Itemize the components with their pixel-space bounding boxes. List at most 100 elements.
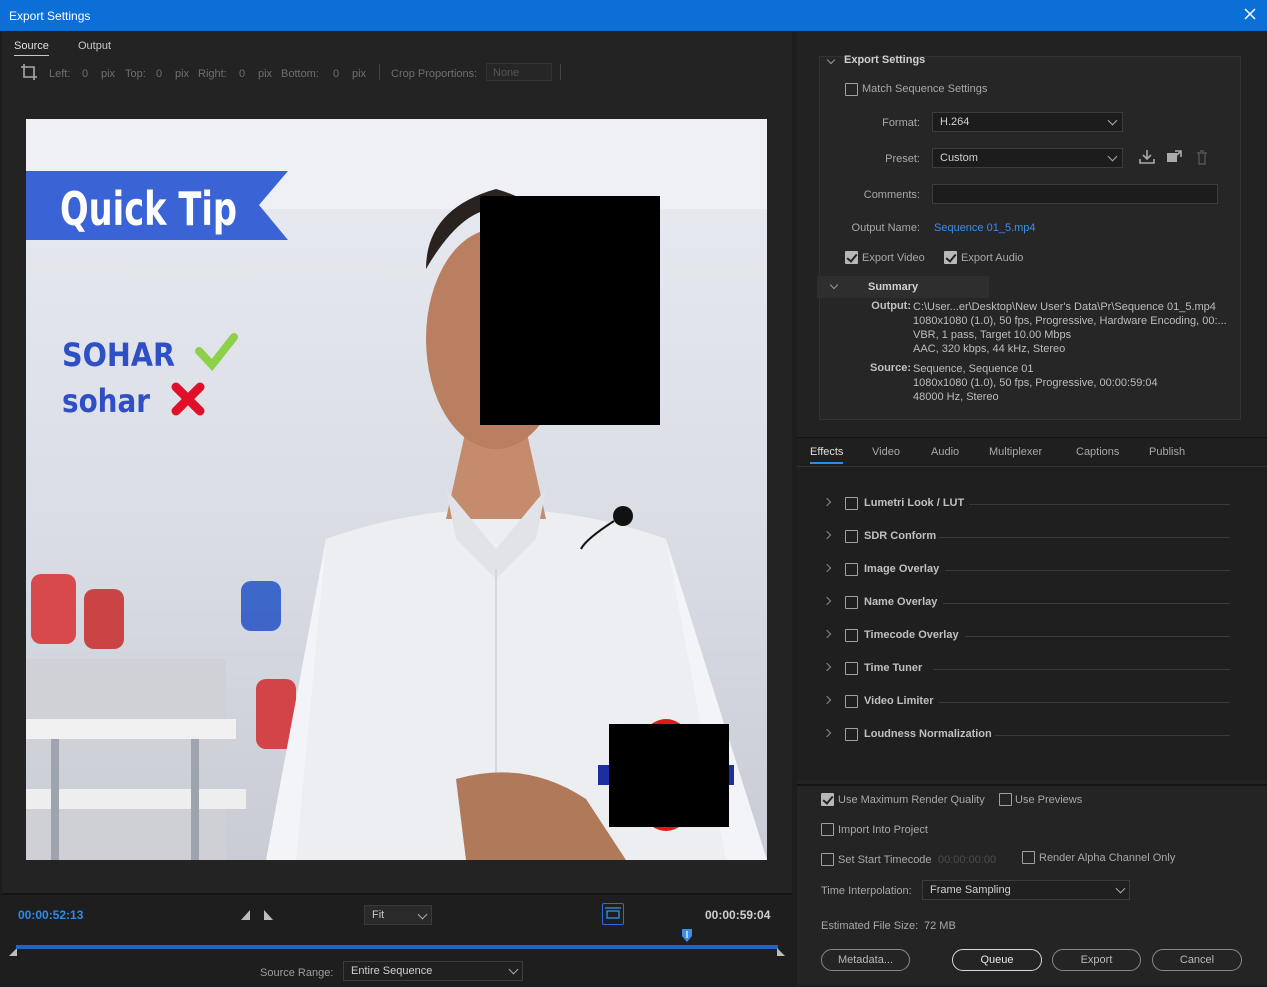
- expand-chevron-icon[interactable]: [822, 563, 832, 573]
- summary-output-line: AAC, 320 kbps, 44 kHz, Stereo: [913, 343, 1066, 355]
- render-alpha-label: Render Alpha Channel Only: [1039, 852, 1176, 864]
- tab-video[interactable]: Video: [872, 446, 900, 458]
- comments-input[interactable]: [932, 184, 1218, 204]
- delete-preset-icon[interactable]: [1193, 149, 1211, 165]
- crop-left-unit: pix: [101, 68, 116, 80]
- expand-chevron-icon[interactable]: [822, 662, 832, 672]
- crop-left-value[interactable]: 0: [82, 68, 88, 80]
- effect-checkbox[interactable]: [845, 596, 858, 609]
- metadata-button[interactable]: Metadata...: [821, 949, 910, 971]
- effect-row[interactable]: Timecode Overlay: [797, 626, 1267, 646]
- effect-name: Image Overlay: [864, 563, 940, 575]
- expand-chevron-icon[interactable]: [822, 596, 832, 606]
- effect-row[interactable]: Image Overlay: [797, 560, 1267, 580]
- export-button[interactable]: Export: [1052, 949, 1141, 971]
- preset-value: Custom: [940, 152, 978, 164]
- tab-multiplexer[interactable]: Multiplexer: [989, 446, 1042, 458]
- max-render-quality-label: Use Maximum Render Quality: [838, 794, 985, 806]
- effect-divider: [939, 702, 1230, 703]
- summary-header[interactable]: Summary: [817, 276, 989, 298]
- expand-chevron-icon[interactable]: [822, 728, 832, 738]
- effect-row[interactable]: Loudness Normalization: [797, 725, 1267, 745]
- crop-icon[interactable]: [20, 63, 38, 81]
- redacted-face: [480, 196, 660, 425]
- match-sequence-checkbox[interactable]: [845, 83, 858, 96]
- import-into-project-checkbox[interactable]: [821, 823, 834, 836]
- time-interpolation-value: Frame Sampling: [930, 884, 1011, 896]
- tab-publish[interactable]: Publish: [1149, 446, 1185, 458]
- zoom-dropdown[interactable]: Fit: [364, 905, 432, 925]
- playhead-icon[interactable]: [681, 928, 693, 944]
- queue-button[interactable]: Queue: [952, 949, 1042, 971]
- effect-divider: [965, 636, 1230, 637]
- set-out-point-icon[interactable]: [263, 909, 275, 921]
- effect-checkbox[interactable]: [845, 563, 858, 576]
- estimated-size-label: Estimated File Size:: [821, 920, 919, 932]
- current-timecode[interactable]: 00:00:52:13: [18, 908, 83, 922]
- crop-top-value[interactable]: 0: [156, 68, 162, 80]
- player-controls: 00:00:52:13 Fit 00:00:59:04 Source Range…: [2, 893, 792, 985]
- effect-checkbox[interactable]: [845, 695, 858, 708]
- crop-right-value[interactable]: 0: [239, 68, 245, 80]
- source-range-dropdown[interactable]: Entire Sequence: [343, 961, 523, 981]
- effect-row[interactable]: Video Limiter: [797, 692, 1267, 712]
- time-interpolation-dropdown[interactable]: Frame Sampling: [922, 880, 1130, 900]
- output-name-label: Output Name:: [851, 222, 920, 234]
- crop-proportions-dropdown[interactable]: None: [486, 63, 552, 81]
- out-marker-icon[interactable]: [776, 947, 786, 957]
- max-render-quality-checkbox[interactable]: [821, 793, 834, 806]
- effect-checkbox[interactable]: [845, 662, 858, 675]
- collapse-chevron-icon[interactable]: [826, 55, 836, 65]
- set-in-point-icon[interactable]: [240, 909, 252, 921]
- tab-audio[interactable]: Audio: [931, 446, 959, 458]
- effect-checkbox[interactable]: [845, 629, 858, 642]
- tab-captions[interactable]: Captions: [1076, 446, 1119, 458]
- expand-chevron-icon[interactable]: [822, 695, 832, 705]
- divider: [379, 64, 380, 80]
- start-timecode-value[interactable]: 00:00:00:00: [938, 854, 996, 866]
- export-audio-checkbox[interactable]: [944, 251, 957, 264]
- effect-checkbox[interactable]: [845, 530, 858, 543]
- summary-source-lines: Sequence, Sequence 01 1080x1080 (1.0), 5…: [913, 362, 1158, 404]
- wrong-spelling-text: sohar: [62, 382, 150, 420]
- import-preset-icon[interactable]: [1165, 149, 1183, 165]
- video-preview[interactable]: Quick Tip SOHAR sohar: [26, 119, 767, 860]
- expand-chevron-icon[interactable]: [822, 530, 832, 540]
- crop-toolbar: Left: 0 pix Top: 0 pix Right: 0 pix Bott…: [2, 60, 792, 86]
- estimated-size-value: 72 MB: [924, 920, 956, 932]
- crop-proportions-label: Crop Proportions:: [391, 68, 478, 80]
- tab-source[interactable]: Source: [14, 40, 49, 56]
- format-dropdown[interactable]: H.264: [932, 112, 1123, 132]
- effect-checkbox[interactable]: [845, 728, 858, 741]
- end-timecode: 00:00:59:04: [705, 908, 771, 922]
- preset-label: Preset:: [885, 153, 920, 165]
- effect-name: Time Tuner: [864, 662, 923, 674]
- cancel-button[interactable]: Cancel: [1152, 949, 1242, 971]
- effect-row[interactable]: Lumetri Look / LUT: [797, 494, 1267, 514]
- save-preset-icon[interactable]: [1138, 149, 1156, 165]
- export-video-checkbox[interactable]: [845, 251, 858, 264]
- set-start-timecode-checkbox[interactable]: [821, 853, 834, 866]
- source-output-panel: Source Output Left: 0 pix Top: 0 pix Rig…: [2, 32, 792, 985]
- aspect-correction-button[interactable]: [602, 903, 624, 925]
- close-icon[interactable]: [1241, 5, 1259, 23]
- tab-divider: [797, 466, 1267, 467]
- timeline-track[interactable]: [16, 945, 778, 949]
- expand-chevron-icon[interactable]: [822, 497, 832, 507]
- render-alpha-checkbox[interactable]: [1022, 851, 1035, 864]
- chevron-down-icon: [1107, 151, 1118, 162]
- output-name-link[interactable]: Sequence 01_5.mp4: [934, 222, 1036, 234]
- use-previews-checkbox[interactable]: [999, 793, 1012, 806]
- crop-bottom-value[interactable]: 0: [333, 68, 339, 80]
- chevron-down-icon: [508, 964, 519, 975]
- effect-row[interactable]: Name Overlay: [797, 593, 1267, 613]
- preset-dropdown[interactable]: Custom: [932, 148, 1123, 168]
- effect-checkbox[interactable]: [845, 497, 858, 510]
- effect-row[interactable]: Time Tuner: [797, 659, 1267, 679]
- export-video-label: Export Video: [862, 252, 925, 264]
- tab-effects[interactable]: Effects: [810, 446, 844, 464]
- tab-output[interactable]: Output: [78, 40, 111, 52]
- expand-chevron-icon[interactable]: [822, 629, 832, 639]
- effect-row[interactable]: SDR Conform: [797, 527, 1267, 547]
- crop-right-label: Right:: [198, 68, 227, 80]
